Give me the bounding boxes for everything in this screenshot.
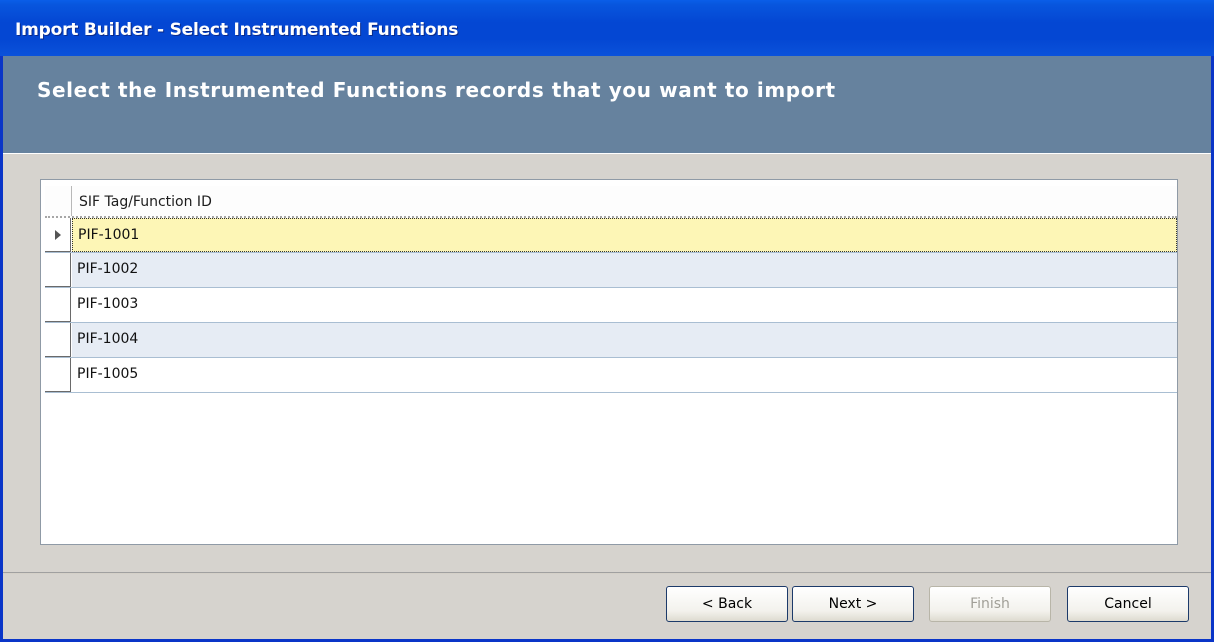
column-header-sif-tag[interactable]: SIF Tag/Function ID bbox=[79, 194, 212, 210]
cell-sif-tag[interactable]: PIF-1001 bbox=[72, 218, 1177, 252]
row-selector[interactable] bbox=[45, 358, 71, 392]
row-selector[interactable] bbox=[45, 253, 71, 287]
grid-header-row: SIF Tag/Function ID bbox=[45, 186, 1177, 218]
cancel-button[interactable]: Cancel bbox=[1067, 586, 1189, 622]
wizard-footer: < Back Next > Finish Cancel bbox=[3, 574, 1211, 639]
window-title: Import Builder - Select Instrumented Fun… bbox=[15, 20, 459, 40]
row-selector[interactable] bbox=[45, 323, 71, 357]
cell-sif-tag[interactable]: PIF-1004 bbox=[72, 323, 1177, 357]
finish-button[interactable]: Finish bbox=[929, 586, 1051, 622]
title-bar[interactable]: Import Builder - Select Instrumented Fun… bbox=[0, 0, 1214, 56]
table-row[interactable]: PIF-1002 bbox=[45, 253, 1177, 288]
table-row[interactable]: PIF-1005 bbox=[45, 358, 1177, 393]
grid-rows: PIF-1001 PIF-1002 PIF-1003 PIF-1004 PIF-… bbox=[45, 218, 1177, 393]
cell-sif-tag[interactable]: PIF-1003 bbox=[72, 288, 1177, 322]
header-row-selector[interactable] bbox=[45, 186, 72, 216]
cell-sif-tag[interactable]: PIF-1005 bbox=[72, 358, 1177, 392]
cell-sif-tag[interactable]: PIF-1002 bbox=[72, 253, 1177, 287]
back-button[interactable]: < Back bbox=[666, 586, 788, 622]
row-selector[interactable] bbox=[45, 288, 71, 322]
table-row[interactable]: PIF-1001 bbox=[45, 218, 1177, 253]
wizard-instruction: Select the Instrumented Functions record… bbox=[37, 78, 836, 102]
next-button[interactable]: Next > bbox=[792, 586, 914, 622]
functions-grid[interactable]: SIF Tag/Function ID PIF-1001 PIF-1002 PI… bbox=[40, 179, 1178, 545]
wizard-content: SIF Tag/Function ID PIF-1001 PIF-1002 PI… bbox=[3, 153, 1211, 573]
import-builder-dialog: Import Builder - Select Instrumented Fun… bbox=[0, 0, 1214, 642]
row-indicator-icon bbox=[55, 230, 61, 240]
wizard-header: Select the Instrumented Functions record… bbox=[3, 56, 1211, 153]
table-row[interactable]: PIF-1003 bbox=[45, 288, 1177, 323]
table-row[interactable]: PIF-1004 bbox=[45, 323, 1177, 358]
row-selector[interactable] bbox=[45, 218, 71, 252]
